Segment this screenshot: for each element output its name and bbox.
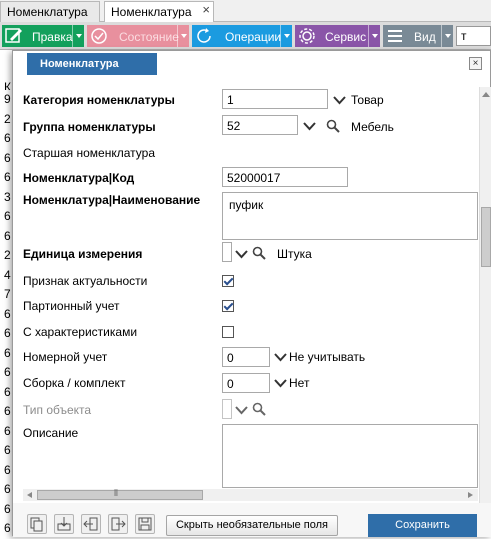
close-icon[interactable]: ×: [469, 57, 482, 70]
chevron-down-icon[interactable]: [235, 405, 248, 415]
chevron-down-icon: [280, 25, 292, 47]
chevron-down-icon[interactable]: [274, 378, 287, 388]
characteristics-checkbox[interactable]: [222, 326, 234, 338]
search-input[interactable]: т: [456, 26, 491, 46]
edit-menu-label: Правка: [32, 30, 73, 44]
batch-checkbox[interactable]: [222, 300, 234, 312]
chevron-down-icon[interactable]: [333, 95, 346, 105]
tab-label: Номенклатура: [111, 5, 192, 19]
group-field[interactable]: 52: [222, 115, 298, 135]
chevron-down-icon[interactable]: [235, 249, 248, 259]
gear-icon: [299, 28, 315, 44]
name-field[interactable]: пуфик: [222, 192, 478, 240]
nomenclature-dialog: Номенклатура × Категория номенклатуры 1 …: [12, 50, 491, 537]
actual-label: Признак актуальности: [23, 274, 148, 288]
export-icon[interactable]: [108, 514, 128, 534]
chevron-down-icon: [368, 25, 380, 47]
object-type-label: Тип объекта: [23, 403, 92, 417]
scroll-grip: ⦀: [114, 488, 118, 498]
search-icon[interactable]: [252, 246, 266, 260]
chevron-down-icon: [441, 25, 453, 47]
state-menu-label: Состояние: [119, 30, 179, 44]
tab-nomenclature-item[interactable]: Номенклатура ×: [104, 1, 214, 23]
code-label: Номенклатура|Код: [23, 171, 135, 185]
tab-nomenclature-list[interactable]: Номенклатура: [0, 1, 100, 22]
batch-label: Партионный учет: [23, 299, 120, 313]
scroll-left-icon[interactable]: [25, 491, 33, 499]
object-type-field[interactable]: [222, 399, 232, 419]
chevron-down-icon: [177, 25, 189, 47]
dialog-footer: Скрыть необязательные поля Сохранить: [13, 503, 491, 537]
dialog-title: Номенклатура: [27, 53, 157, 75]
category-display: Товар: [351, 93, 384, 107]
search-icon[interactable]: [252, 402, 266, 416]
state-menu-button[interactable]: Состояние: [87, 25, 189, 47]
assembly-label: Сборка / комплект: [23, 376, 126, 390]
vertical-scrollbar[interactable]: [479, 87, 491, 537]
serial-label: Номерной учет: [23, 350, 108, 364]
group-label: Группа номенклатуры: [23, 120, 156, 134]
check-circle-icon: [91, 28, 107, 44]
senior-label: Старшая номенклатура: [23, 146, 155, 160]
tab-label: Номенклатура: [7, 5, 88, 19]
description-label: Описание: [23, 426, 79, 440]
scroll-right-icon[interactable]: [467, 491, 475, 499]
assembly-field[interactable]: 0: [222, 373, 270, 393]
chevron-down-icon: [72, 25, 84, 47]
unit-display: Штука: [277, 247, 312, 261]
pencil-icon: [5, 28, 22, 43]
operations-menu-button[interactable]: Операции: [192, 25, 292, 47]
save-disk-icon[interactable]: [135, 514, 155, 534]
copy-icon[interactable]: [27, 514, 47, 534]
serial-field[interactable]: 0: [222, 347, 270, 367]
service-menu-label: Сервис: [325, 30, 367, 44]
refresh-icon: [197, 28, 211, 43]
code-field[interactable]: 52000017: [222, 167, 348, 187]
operations-menu-label: Операции: [225, 30, 282, 44]
serial-display: Не учитывать: [289, 350, 366, 364]
view-menu-button[interactable]: Вид: [383, 25, 453, 47]
tab-bar: Номенклатура Номенклатура ×: [0, 0, 491, 23]
horizontal-scroll-thumb[interactable]: ⦀: [37, 488, 203, 500]
scroll-up-icon[interactable]: [481, 90, 491, 98]
service-menu-button[interactable]: Сервис: [295, 25, 380, 47]
unit-field[interactable]: [222, 242, 232, 262]
search-icon[interactable]: [326, 119, 340, 133]
vertical-scroll-thumb[interactable]: [481, 207, 491, 267]
assembly-display: Нет: [289, 376, 310, 390]
edit-menu-button[interactable]: Правка: [2, 25, 84, 47]
description-field[interactable]: [222, 424, 478, 488]
save-button[interactable]: Сохранить: [368, 514, 477, 537]
view-menu-label: Вид: [414, 30, 436, 44]
name-label: Номенклатура|Наименование: [23, 193, 201, 207]
import-icon[interactable]: [81, 514, 101, 534]
toolbar: Правка Состояние Операции Сервис Вид т: [0, 22, 491, 50]
unit-label: Единица измерения: [23, 247, 143, 261]
chevron-down-icon[interactable]: [303, 121, 316, 131]
group-display: Мебель: [351, 120, 394, 134]
actual-checkbox[interactable]: [222, 275, 234, 287]
horizontal-scrollbar[interactable]: ⦀: [23, 488, 478, 501]
characteristics-label: С характеристиками: [23, 325, 138, 339]
download-icon[interactable]: [54, 514, 74, 534]
close-tab-icon[interactable]: ×: [202, 2, 210, 17]
category-field[interactable]: 1: [222, 89, 328, 109]
chevron-down-icon[interactable]: [274, 352, 287, 362]
hide-optional-fields-button[interactable]: Скрыть необязательные поля: [166, 515, 338, 536]
list-view-icon: [388, 30, 402, 42]
category-label: Категория номенклатуры: [23, 93, 175, 107]
